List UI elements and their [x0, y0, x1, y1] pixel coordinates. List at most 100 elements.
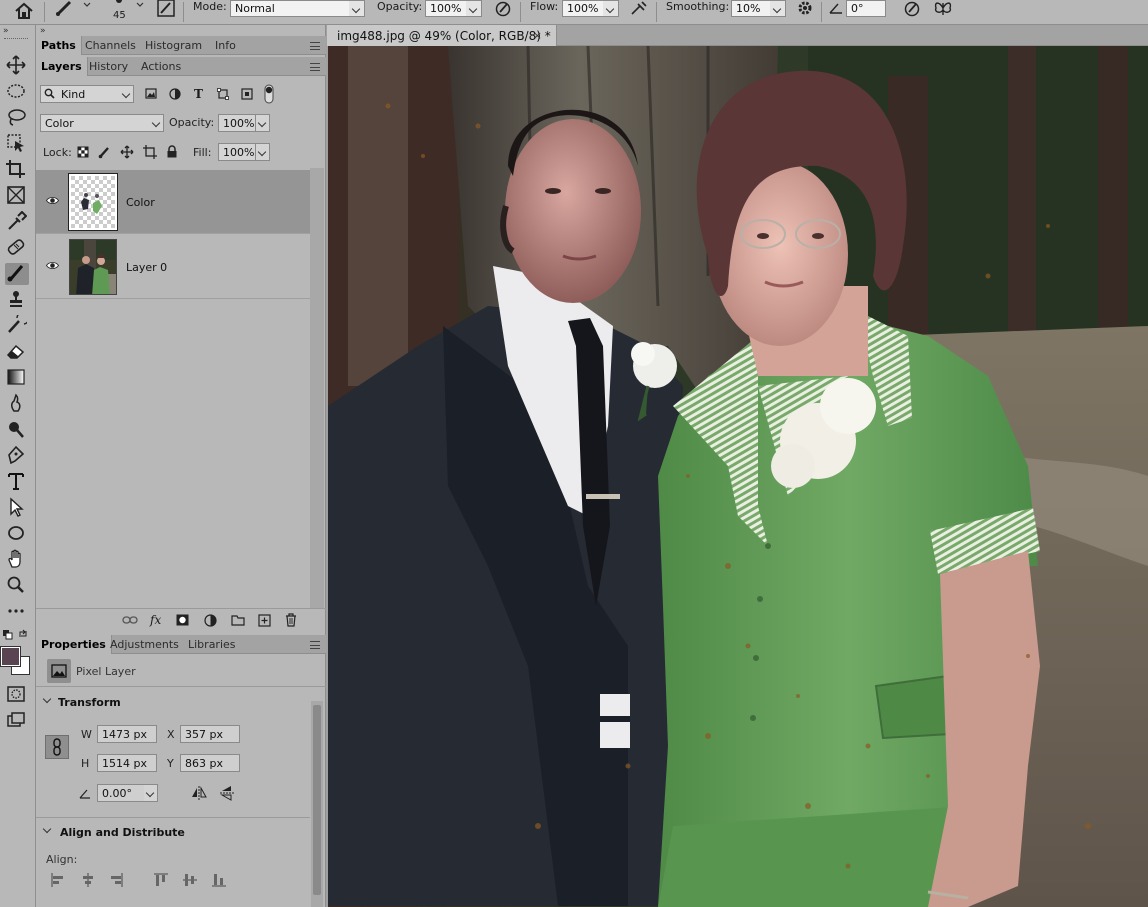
link-dimensions-button[interactable]	[45, 735, 69, 759]
lock-artboard-icon[interactable]	[143, 145, 157, 159]
brush-size-chevron-icon[interactable]	[135, 0, 145, 10]
add-mask-icon[interactable]	[176, 614, 189, 626]
transform-collapse-icon[interactable]	[42, 694, 52, 704]
clone-stamp-tool[interactable]	[5, 289, 29, 311]
tab-history[interactable]: History	[84, 57, 133, 76]
new-layer-icon[interactable]	[258, 614, 271, 627]
layer-row-color[interactable]: Color	[36, 170, 310, 234]
brush-size-dot[interactable]	[114, 0, 124, 4]
object-selection-tool[interactable]	[5, 133, 29, 155]
close-icon[interactable]: ×	[533, 29, 542, 42]
lock-all-icon[interactable]	[166, 145, 178, 158]
pressure-opacity-icon[interactable]	[494, 0, 512, 17]
lasso-tool[interactable]	[5, 107, 29, 129]
layer-name[interactable]: Layer 0	[126, 261, 167, 274]
fill-field[interactable]: 100%	[218, 143, 256, 161]
default-colors-icon[interactable]	[3, 630, 13, 640]
gradient-tool[interactable]	[5, 367, 29, 389]
symmetry-butterfly-icon[interactable]	[933, 0, 953, 17]
filter-shape-icon[interactable]	[217, 88, 229, 100]
align-vertical-centers-icon[interactable]	[182, 873, 198, 887]
tab-actions[interactable]: Actions	[136, 57, 186, 76]
tab-info[interactable]: Info	[210, 36, 241, 55]
document-canvas[interactable]	[328, 46, 1148, 907]
layer-filter-dropdown-icon[interactable]	[120, 85, 134, 103]
dodge-tool[interactable]	[5, 419, 29, 441]
eyedropper-tool[interactable]	[5, 210, 29, 233]
brush-preset-icon[interactable]	[54, 0, 76, 16]
airbrush-icon[interactable]	[630, 0, 648, 17]
layer-row-layer-0[interactable]: Layer 0	[36, 235, 310, 299]
filter-toggle-icon[interactable]	[264, 84, 274, 104]
lock-transparent-icon[interactable]	[77, 146, 89, 158]
tab-histogram[interactable]: Histogram	[140, 36, 207, 55]
filter-pixel-icon[interactable]	[145, 88, 157, 99]
mode-select[interactable]: Normal	[230, 0, 350, 17]
foreground-color-swatch[interactable]	[0, 646, 21, 667]
history-brush-tool[interactable]	[5, 311, 30, 337]
visibility-eye-icon[interactable]	[46, 261, 59, 270]
delete-layer-trash-icon[interactable]	[285, 613, 297, 627]
filter-smart-object-icon[interactable]	[241, 88, 253, 100]
frame-tool[interactable]	[5, 185, 29, 207]
blend-mode-dropdown-icon[interactable]	[150, 114, 164, 132]
align-right-edges-icon[interactable]	[108, 873, 124, 887]
align-distribute-title[interactable]: Align and Distribute	[60, 826, 185, 839]
hand-tool[interactable]	[5, 549, 29, 571]
tab-channels[interactable]: Channels	[80, 36, 141, 55]
collapse-arrows-icon[interactable]: »	[3, 26, 9, 36]
flip-horizontal-icon[interactable]	[191, 786, 207, 800]
crop-tool[interactable]	[5, 159, 29, 181]
width-field[interactable]: 1473 px	[97, 725, 157, 743]
align-horizontal-centers-icon[interactable]	[80, 873, 96, 887]
new-group-folder-icon[interactable]	[231, 614, 245, 626]
align-collapse-icon[interactable]	[42, 824, 52, 834]
layer-opacity-dropdown-icon[interactable]	[256, 114, 270, 132]
layers-scrollbar[interactable]	[310, 168, 324, 608]
eraser-tool[interactable]	[5, 341, 29, 363]
collapse-panels-icon[interactable]: »	[40, 26, 46, 36]
opacity-field[interactable]: 100%	[425, 0, 467, 17]
brush-settings-icon[interactable]	[157, 0, 175, 17]
opacity-dropdown-icon[interactable]	[466, 0, 482, 17]
layers-panel-menu-icon[interactable]	[310, 63, 320, 71]
align-top-edges-icon[interactable]	[153, 873, 169, 887]
rotation-dropdown-icon[interactable]	[144, 784, 158, 802]
link-layers-icon[interactable]	[122, 615, 138, 625]
panel-menu-icon[interactable]	[310, 42, 320, 50]
tab-adjustments[interactable]: Adjustments	[105, 635, 184, 654]
align-left-edges-icon[interactable]	[50, 873, 66, 887]
elliptical-marquee-tool[interactable]	[5, 81, 29, 103]
healing-brush-tool[interactable]	[5, 237, 29, 259]
align-bottom-edges-icon[interactable]	[211, 873, 227, 887]
tab-properties[interactable]: Properties	[36, 635, 112, 654]
brush-angle-field[interactable]: 0°	[846, 0, 886, 17]
fill-dropdown-icon[interactable]	[256, 143, 270, 161]
lock-position-icon[interactable]	[120, 145, 134, 159]
smoothing-field[interactable]: 10%	[731, 0, 771, 17]
properties-panel-menu-icon[interactable]	[310, 641, 320, 649]
edit-toolbar-button[interactable]	[5, 601, 29, 623]
type-tool[interactable]	[5, 471, 29, 493]
swap-colors-icon[interactable]	[18, 629, 28, 639]
rotation-field[interactable]: 0.00°	[97, 784, 145, 802]
layer-name[interactable]: Color	[126, 196, 155, 209]
document-tab[interactable]: img488.jpg @ 49% (Color, RGB/8) * ×	[327, 25, 557, 46]
ellipse-tool[interactable]	[5, 523, 29, 545]
flow-field[interactable]: 100%	[562, 0, 604, 17]
screen-mode-icon[interactable]	[7, 712, 25, 728]
layer-opacity-field[interactable]: 100%	[218, 114, 256, 132]
layer-style-fx-icon[interactable]: fx	[150, 613, 161, 627]
visibility-eye-icon[interactable]	[46, 196, 59, 205]
move-tool[interactable]	[5, 55, 29, 77]
filter-adjustment-icon[interactable]	[169, 88, 181, 100]
zoom-tool[interactable]	[5, 575, 29, 597]
mode-dropdown-icon[interactable]	[349, 0, 365, 17]
transform-title[interactable]: Transform	[58, 696, 121, 709]
blend-mode-select[interactable]: Color	[40, 114, 152, 132]
pressure-size-icon[interactable]	[903, 0, 921, 17]
height-field[interactable]: 1514 px	[97, 754, 157, 772]
smudge-tool[interactable]	[5, 393, 29, 415]
path-selection-tool[interactable]	[5, 497, 29, 519]
home-icon[interactable]	[14, 2, 34, 20]
